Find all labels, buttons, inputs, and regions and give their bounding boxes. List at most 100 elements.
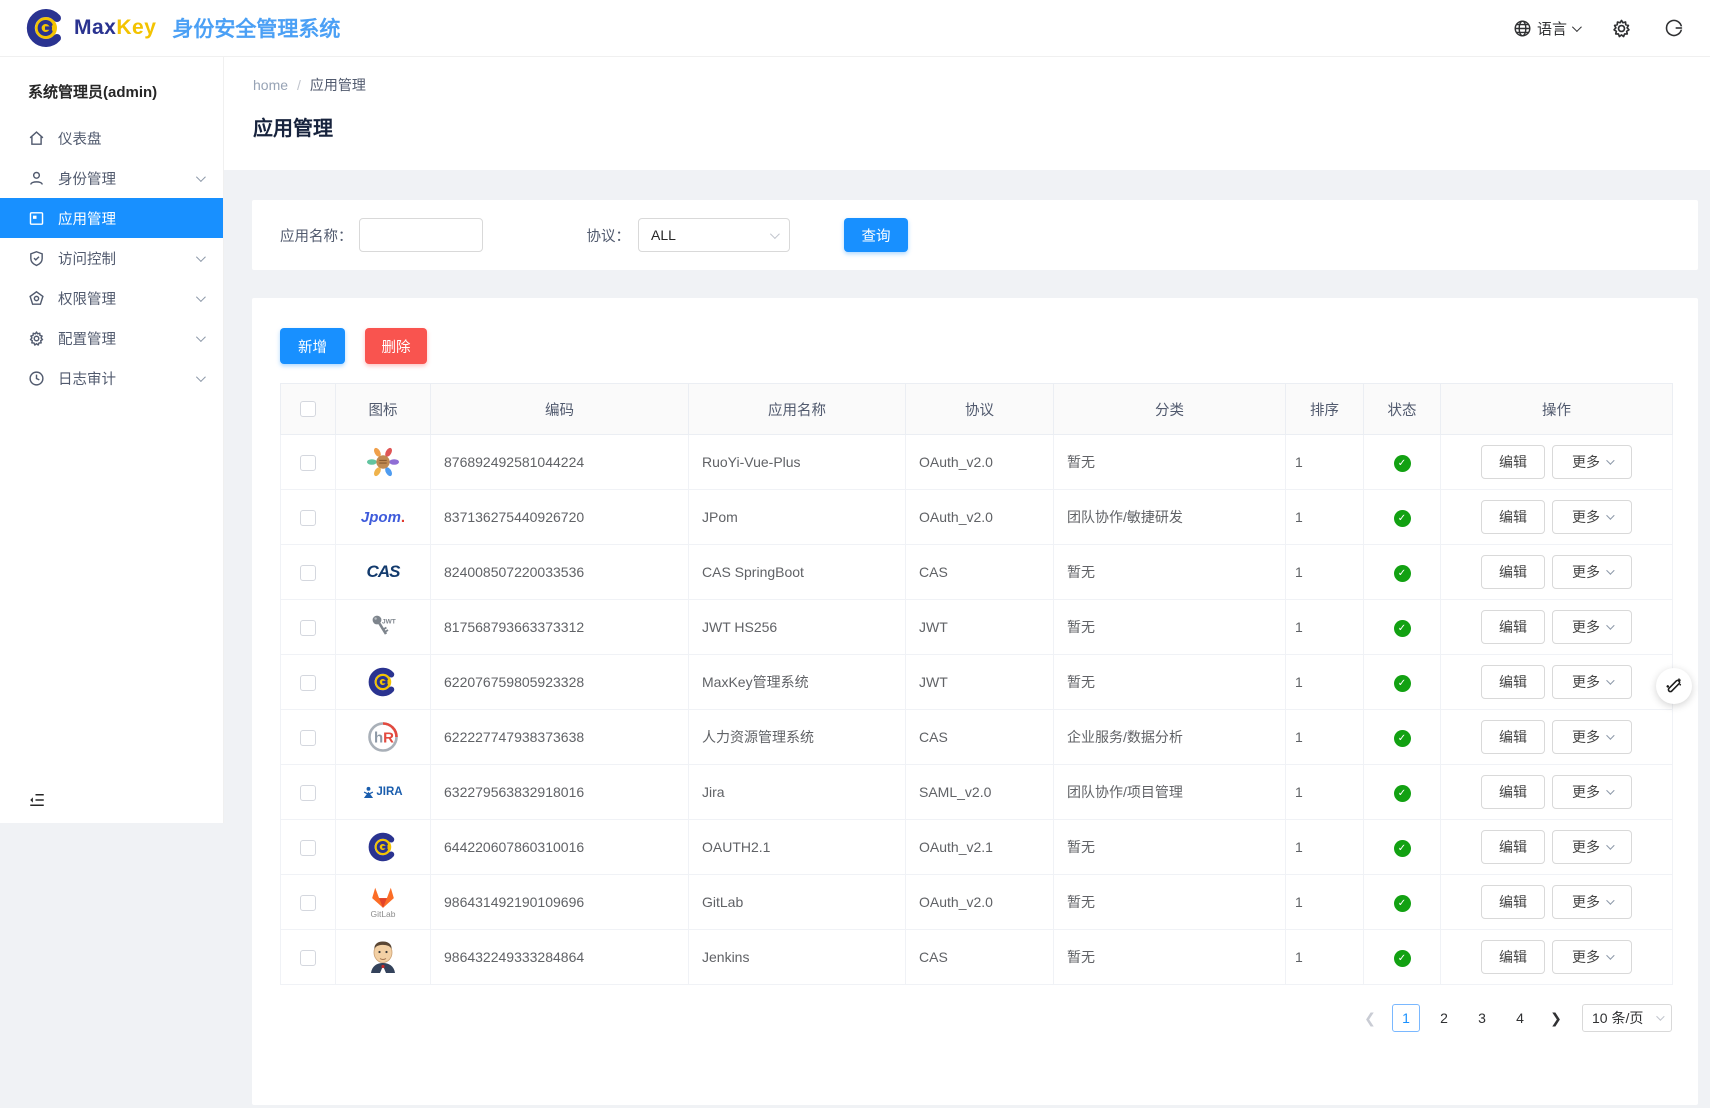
app-protocol: OAuth_v2.0 (906, 435, 1054, 490)
chevron-down-icon (1656, 1012, 1664, 1020)
more-button[interactable]: 更多 (1552, 775, 1632, 809)
edit-button[interactable]: 编辑 (1481, 610, 1545, 644)
theme-wand-button[interactable] (1656, 668, 1692, 704)
brand-name-secondary: Key (116, 16, 156, 39)
chevron-down-icon (196, 332, 206, 342)
edit-button[interactable]: 编辑 (1481, 500, 1545, 534)
status-enabled-icon: ✓ (1394, 510, 1411, 527)
more-button[interactable]: 更多 (1552, 830, 1632, 864)
language-menu[interactable]: 语言 (1513, 18, 1579, 39)
row-checkbox[interactable] (300, 730, 316, 746)
edit-button[interactable]: 编辑 (1481, 775, 1545, 809)
sidebar-item-4[interactable]: 访问控制 (0, 238, 223, 278)
more-button[interactable]: 更多 (1552, 885, 1632, 919)
pagination-page-3[interactable]: 3 (1468, 1004, 1496, 1032)
breadcrumb-home[interactable]: home (253, 77, 288, 93)
table-row: hR622227747938373638人力资源管理系统CAS企业服务/数据分析… (281, 710, 1673, 765)
column-header-5: 分类 (1054, 384, 1286, 435)
row-checkbox[interactable] (300, 950, 316, 966)
chevron-down-icon (1606, 786, 1614, 794)
table-header-row: 图标编码应用名称协议分类排序状态操作 (281, 384, 1673, 435)
column-header-1: 图标 (336, 384, 431, 435)
sidebar-item-label: 日志审计 (58, 368, 116, 389)
app-protocol: CAS (906, 545, 1054, 600)
column-header-6: 排序 (1286, 384, 1364, 435)
more-button[interactable]: 更多 (1552, 665, 1632, 699)
jenkins-logo (336, 930, 431, 985)
page-header: home / 应用管理 应用管理 (224, 57, 1710, 170)
user-icon (27, 169, 45, 187)
chevron-down-icon (1606, 621, 1614, 629)
row-checkbox[interactable] (300, 895, 316, 911)
settings-button[interactable] (1611, 18, 1632, 39)
protocol-select[interactable]: ALL (638, 218, 790, 252)
pagination-page-4[interactable]: 4 (1506, 1004, 1534, 1032)
chevron-down-icon (1572, 22, 1582, 32)
search-button[interactable]: 查询 (844, 218, 908, 252)
edit-button[interactable]: 编辑 (1481, 445, 1545, 479)
sidebar-collapse-button[interactable] (28, 791, 46, 809)
edit-button[interactable]: 编辑 (1481, 830, 1545, 864)
breadcrumb-current: 应用管理 (310, 75, 366, 95)
app-name: CAS SpringBoot (689, 545, 906, 600)
pagination: ❮ 1234 ❯ 10 条/页 (280, 1004, 1672, 1032)
sidebar-item-label: 身份管理 (58, 168, 116, 189)
edit-button[interactable]: 编辑 (1481, 940, 1545, 974)
edit-button[interactable]: 编辑 (1481, 555, 1545, 589)
more-button[interactable]: 更多 (1552, 445, 1632, 479)
app-category: 暂无 (1054, 600, 1286, 655)
sidebar-item-5[interactable]: 权限管理 (0, 278, 223, 318)
app-name-input[interactable] (359, 218, 483, 252)
brand-name: MaxKey (74, 16, 156, 40)
more-button[interactable]: 更多 (1552, 720, 1632, 754)
chevron-down-icon (770, 229, 780, 239)
row-checkbox[interactable] (300, 455, 316, 471)
more-button[interactable]: 更多 (1552, 940, 1632, 974)
shield-check-icon (27, 249, 45, 267)
pagination-next-button[interactable]: ❯ (1544, 1010, 1568, 1027)
breadcrumb: home / 应用管理 (253, 75, 1710, 95)
app-code: 986431492190109696 (431, 875, 689, 930)
more-button[interactable]: 更多 (1552, 555, 1632, 589)
logout-button[interactable] (1664, 18, 1684, 38)
pagination-prev-button[interactable]: ❮ (1358, 1010, 1382, 1027)
more-button[interactable]: 更多 (1552, 500, 1632, 534)
select-all-checkbox[interactable] (300, 401, 316, 417)
edit-button[interactable]: 编辑 (1481, 720, 1545, 754)
table-row: 986432249333284864JenkinsCAS暂无1✓编辑更多 (281, 930, 1673, 985)
sidebar-item-6[interactable]: 配置管理 (0, 318, 223, 358)
row-checkbox[interactable] (300, 565, 316, 581)
column-header-4: 协议 (906, 384, 1054, 435)
sidebar-item-7[interactable]: 日志审计 (0, 358, 223, 398)
edit-button[interactable]: 编辑 (1481, 665, 1545, 699)
pagination-page-1[interactable]: 1 (1392, 1004, 1420, 1032)
sidebar-item-3[interactable]: 应用管理 (0, 198, 223, 238)
app-name: Jira (689, 765, 906, 820)
column-header-8: 操作 (1441, 384, 1673, 435)
jwt-key-logo: JWT (336, 600, 431, 655)
add-button[interactable]: 新增 (280, 328, 345, 364)
row-checkbox[interactable] (300, 675, 316, 691)
chevron-down-icon (1606, 841, 1614, 849)
status-enabled-icon: ✓ (1394, 730, 1411, 747)
app-name: JPom (689, 490, 906, 545)
pagination-page-2[interactable]: 2 (1430, 1004, 1458, 1032)
sidebar-item-2[interactable]: 身份管理 (0, 158, 223, 198)
sidebar-item-label: 仪表盘 (58, 128, 102, 149)
status-enabled-icon: ✓ (1394, 895, 1411, 912)
chevron-down-icon (196, 292, 206, 302)
app-sort: 1 (1286, 820, 1364, 875)
sidebar-item-1[interactable]: 仪表盘 (0, 118, 223, 158)
delete-button[interactable]: 删除 (365, 328, 427, 364)
app-protocol: OAuth_v2.0 (906, 875, 1054, 930)
app-sort: 1 (1286, 710, 1364, 765)
page-size-select[interactable]: 10 条/页 (1582, 1004, 1672, 1032)
row-checkbox[interactable] (300, 840, 316, 856)
gitlab-logo: GitLab (336, 875, 431, 930)
row-checkbox[interactable] (300, 620, 316, 636)
edit-button[interactable]: 编辑 (1481, 885, 1545, 919)
row-checkbox[interactable] (300, 510, 316, 526)
column-header-2: 编码 (431, 384, 689, 435)
row-checkbox[interactable] (300, 785, 316, 801)
more-button[interactable]: 更多 (1552, 610, 1632, 644)
